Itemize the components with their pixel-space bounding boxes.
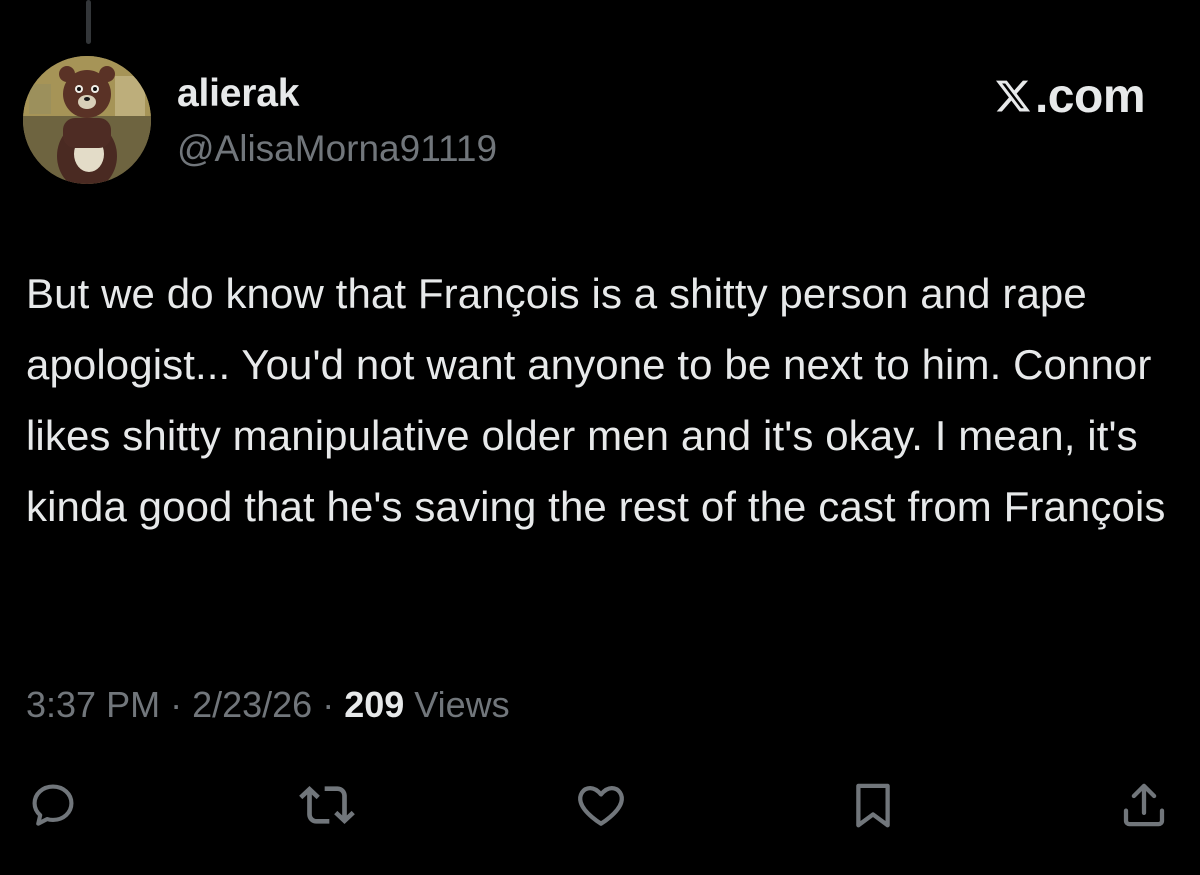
meta-separator: · [312,684,345,725]
avatar-image [23,56,151,184]
thread-connector-line [86,0,91,44]
x-logo-icon [995,80,1031,112]
avatar[interactable] [23,56,151,184]
tweet-date[interactable]: 2/23/26 [192,684,312,725]
tweet-text: But we do know that François is a shitty… [26,270,1166,530]
like-button[interactable] [571,775,631,835]
reply-button[interactable] [23,775,83,835]
repost-button[interactable] [297,775,357,835]
source-label: .com [1034,69,1146,123]
author-handle[interactable]: @AlisaMorna91119 [177,128,497,170]
author-display-name[interactable]: alierak [177,72,299,116]
bookmark-icon [856,783,890,828]
meta-separator: · [160,684,193,725]
source-badge: .com [993,69,1146,123]
bookmark-button[interactable] [843,775,903,835]
share-icon [1123,783,1165,827]
repost-icon [299,786,355,824]
heart-icon [578,785,624,826]
reply-icon [32,784,74,826]
tweet-metadata: 3:37 PM · 2/23/26 · 209 Views [26,684,510,726]
tweet-time[interactable]: 3:37 PM [26,684,160,725]
views-count[interactable]: 209 [344,684,404,725]
share-button[interactable] [1114,775,1174,835]
views-label[interactable]: Views [414,684,509,725]
action-bar [0,775,1200,835]
